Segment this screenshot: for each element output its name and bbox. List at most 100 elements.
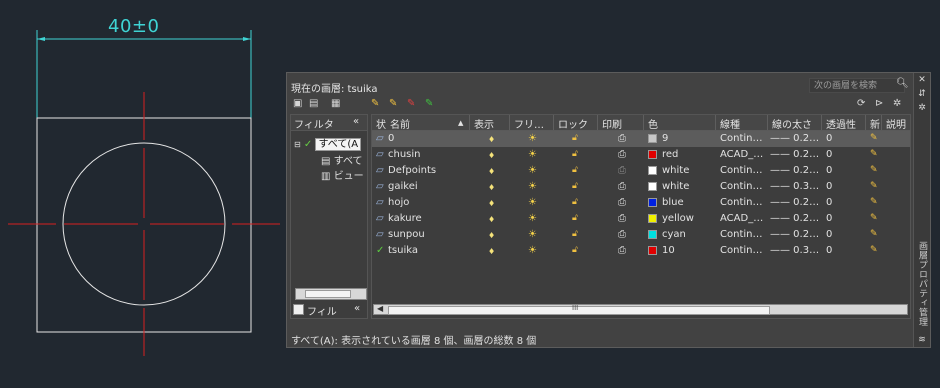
unlock-icon[interactable]: 🔓︎: [572, 197, 578, 208]
layer-name[interactable]: hojo: [388, 197, 409, 208]
layer-name[interactable]: tsuika: [388, 245, 418, 256]
printer-icon[interactable]: ⎙: [618, 245, 626, 256]
layer-row-0[interactable]: ▱ 0 ♦ ☀ 🔓︎ ⎙ 9 Contin… —— 0.2… 0 ✎: [372, 131, 910, 147]
tree-item-all[interactable]: ⊟ ✓ すべて(A: [294, 135, 362, 151]
color-name[interactable]: 9: [662, 133, 668, 144]
column-header-color[interactable]: 色: [648, 116, 658, 131]
linetype[interactable]: Contin…: [720, 181, 762, 192]
layer-row-sunpou[interactable]: ▱ sunpou ♦ ☀ 🔓︎ ⎙ cyan Contin… —— 0.2… 0 ✎: [372, 227, 910, 243]
layer-name[interactable]: chusin: [388, 149, 421, 160]
transparency[interactable]: 0: [826, 149, 832, 160]
lineweight[interactable]: —— 0.2…: [770, 213, 819, 224]
set-current-icon[interactable]: ✎: [425, 98, 433, 110]
lightbulb-on-icon[interactable]: ♦: [488, 134, 495, 145]
color-swatch[interactable]: [648, 198, 657, 207]
plot-disabled-icon[interactable]: ⎙: [618, 165, 626, 176]
sun-thaw-icon[interactable]: ☀: [528, 181, 537, 192]
new-vp-freeze-icon[interactable]: ✎: [870, 213, 878, 224]
layer-row-gaikei[interactable]: ▱ gaikei ♦ ☀ 🔓︎ ⎙ white Contin… —— 0.3… 0 ✎: [372, 179, 910, 195]
new-layer-vp-frozen-icon[interactable]: ✎: [389, 98, 397, 110]
new-vp-freeze-icon[interactable]: ✎: [870, 229, 878, 240]
invert-filter-checkbox[interactable]: [293, 304, 304, 315]
column-header-new-vp-freeze[interactable]: 新: [870, 116, 880, 131]
layer-status-icon[interactable]: ▱: [376, 213, 384, 224]
color-name[interactable]: yellow: [662, 213, 694, 224]
linetype[interactable]: ACAD_…: [720, 213, 763, 224]
layer-status-icon[interactable]: ▱: [376, 149, 384, 160]
column-header-description[interactable]: 説明: [886, 116, 906, 131]
color-swatch[interactable]: [648, 166, 657, 175]
lineweight[interactable]: —— 0.2…: [770, 197, 819, 208]
transparency[interactable]: 0: [826, 245, 832, 256]
group-filter-icon[interactable]: ▤: [309, 98, 318, 110]
color-swatch[interactable]: [648, 214, 657, 223]
sun-thaw-icon[interactable]: ☀: [528, 197, 537, 208]
new-filter-icon[interactable]: ▣: [293, 98, 302, 110]
layer-name[interactable]: Defpoints: [388, 165, 436, 176]
column-header-linetype[interactable]: 線種: [720, 116, 740, 131]
column-header-freeze[interactable]: フリ…: [514, 116, 544, 131]
unlock-icon[interactable]: 🔓︎: [572, 245, 578, 256]
printer-icon[interactable]: ⎙: [618, 149, 626, 160]
sun-thaw-icon[interactable]: ☀: [528, 165, 537, 176]
auto-hide-icon[interactable]: ⇵: [917, 89, 927, 99]
lineweight[interactable]: —— 0.3…: [770, 245, 819, 256]
unlock-icon[interactable]: 🔓︎: [572, 181, 578, 192]
lineweight[interactable]: —— 0.3…: [770, 181, 819, 192]
column-header-on[interactable]: 表示: [474, 116, 494, 131]
layer-row-tsuika[interactable]: ✓ tsuika ♦ ☀ 🔓︎ ⎙ 10 Contin… —— 0.3… 0 ✎: [372, 243, 910, 259]
color-swatch[interactable]: [648, 230, 657, 239]
layer-name[interactable]: 0: [388, 133, 394, 144]
new-vp-freeze-icon[interactable]: ✎: [870, 245, 878, 256]
tree-item-viewport[interactable]: ▥ ビュー: [321, 167, 364, 182]
column-header-lock[interactable]: ロック: [558, 116, 588, 131]
lightbulb-on-icon[interactable]: ♦: [488, 214, 495, 225]
sun-thaw-icon[interactable]: ☀: [528, 213, 537, 224]
sun-thaw-icon[interactable]: ☀: [528, 149, 537, 160]
column-header-status[interactable]: 状: [376, 116, 386, 131]
layer-status-icon[interactable]: ▱: [376, 133, 384, 144]
scroll-left-arrow-icon[interactable]: ◀: [377, 304, 383, 313]
new-vp-freeze-icon[interactable]: ✎: [870, 181, 878, 192]
sun-thaw-icon[interactable]: ☀: [528, 245, 537, 256]
gear-icon[interactable]: ✲: [893, 98, 901, 110]
minus-box-icon[interactable]: ⊟: [294, 140, 301, 149]
linetype[interactable]: Contin…: [720, 133, 762, 144]
lightbulb-on-icon[interactable]: ♦: [488, 150, 495, 161]
linetype[interactable]: ACAD_…: [720, 149, 763, 160]
collapse-filter-button[interactable]: «: [353, 116, 359, 127]
state-manager-icon[interactable]: ▦: [331, 98, 340, 110]
color-name[interactable]: white: [662, 181, 689, 192]
settings-dialog-icon[interactable]: ⊳: [875, 98, 883, 110]
color-swatch[interactable]: [648, 182, 657, 191]
color-name[interactable]: blue: [662, 197, 684, 208]
lightbulb-on-icon[interactable]: ♦: [488, 166, 495, 177]
transparency[interactable]: 0: [826, 165, 832, 176]
color-swatch[interactable]: [648, 150, 657, 159]
properties-icon[interactable]: ✲: [917, 103, 927, 113]
layer-search-input[interactable]: 次の画層を検索: [809, 78, 905, 93]
lineweight[interactable]: —— 0.2…: [770, 229, 819, 240]
new-vp-freeze-icon[interactable]: ✎: [870, 197, 878, 208]
refresh-icon[interactable]: ⟳: [857, 98, 865, 110]
column-header-name[interactable]: 名前: [390, 116, 410, 131]
transparency[interactable]: 0: [826, 133, 832, 144]
printer-icon[interactable]: ⎙: [618, 229, 626, 240]
transparency[interactable]: 0: [826, 181, 832, 192]
color-name[interactable]: 10: [662, 245, 675, 256]
unlock-icon[interactable]: 🔓︎: [572, 213, 578, 224]
layer-name[interactable]: gaikei: [388, 181, 418, 192]
grid-horizontal-scrollbar[interactable]: ◀ III: [373, 304, 908, 315]
layer-row-defpoints[interactable]: ▱ Defpoints ♦ ☀ 🔓︎ ⎙ white Contin… —— 0.2… 0 ✎: [372, 163, 910, 179]
transparency[interactable]: 0: [826, 213, 832, 224]
color-swatch[interactable]: [648, 134, 657, 143]
layer-status-icon[interactable]: ▱: [376, 181, 384, 192]
close-icon[interactable]: ✕: [917, 75, 927, 85]
lightbulb-on-icon[interactable]: ♦: [488, 246, 495, 257]
linetype[interactable]: Contin…: [720, 197, 762, 208]
color-swatch[interactable]: [648, 246, 657, 255]
new-vp-freeze-icon[interactable]: ✎: [870, 149, 878, 160]
unlock-icon[interactable]: 🔓︎: [572, 165, 578, 176]
new-vp-freeze-icon[interactable]: ✎: [870, 165, 878, 176]
sun-thaw-icon[interactable]: ☀: [528, 229, 537, 240]
